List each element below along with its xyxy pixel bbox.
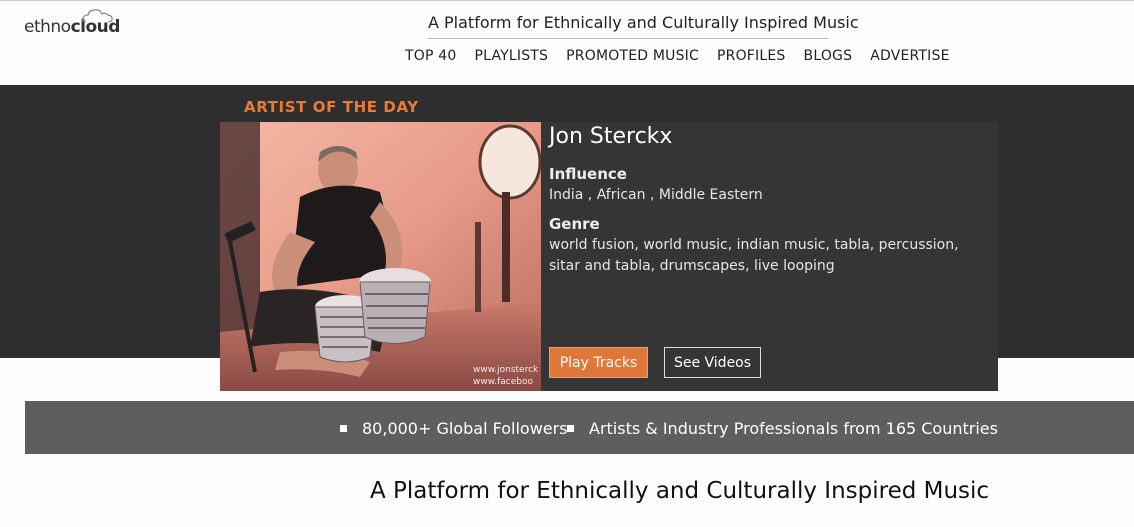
artist-photo-image: www.jonsterck www.faceboo xyxy=(220,122,541,391)
section-title: A Platform for Ethnically and Culturally… xyxy=(370,478,990,504)
genre-value: world fusion, world music, indian music,… xyxy=(549,237,959,274)
section-label: ARTIST OF THE DAY xyxy=(244,98,419,116)
photo-watermark-line2: www.faceboo xyxy=(473,377,534,387)
artist-name[interactable]: Jon Sterckx xyxy=(549,124,672,149)
nav-advertise[interactable]: ADVERTISE xyxy=(870,48,949,64)
nav-top-40[interactable]: TOP 40 xyxy=(405,48,456,64)
influence-label: Influence xyxy=(549,165,627,183)
nav-promoted-music[interactable]: PROMOTED MUSIC xyxy=(566,48,699,64)
bullet-icon xyxy=(340,425,347,432)
see-videos-button[interactable]: See Videos xyxy=(664,347,761,378)
genre-label: Genre xyxy=(549,215,600,233)
influence-value: India , African , Middle Eastern xyxy=(549,187,763,203)
followers-stat: 80,000+ Global Followers xyxy=(362,419,568,438)
bullet-icon xyxy=(567,425,574,432)
main-nav: TOP 40 PLAYLISTS PROMOTED MUSIC PROFILES… xyxy=(405,48,968,64)
photo-watermark-line1: www.jonsterck xyxy=(473,365,539,375)
play-tracks-button[interactable]: Play Tracks xyxy=(549,347,648,378)
nav-profiles[interactable]: PROFILES xyxy=(717,48,786,64)
header-tagline: A Platform for Ethnically and Culturally… xyxy=(428,13,859,32)
artist-photo[interactable]: www.jonsterck www.faceboo xyxy=(220,122,541,391)
site-header: ethnocloud A Platform for Ethnically and… xyxy=(0,0,1134,86)
nav-playlists[interactable]: PLAYLISTS xyxy=(474,48,548,64)
countries-stat: Artists & Industry Professionals from 16… xyxy=(589,419,998,438)
nav-blogs[interactable]: BLOGS xyxy=(804,48,853,64)
tagline-divider xyxy=(428,38,828,39)
ethnocloud-logo[interactable]: ethnocloud xyxy=(24,7,120,41)
cloud-icon xyxy=(82,9,113,23)
